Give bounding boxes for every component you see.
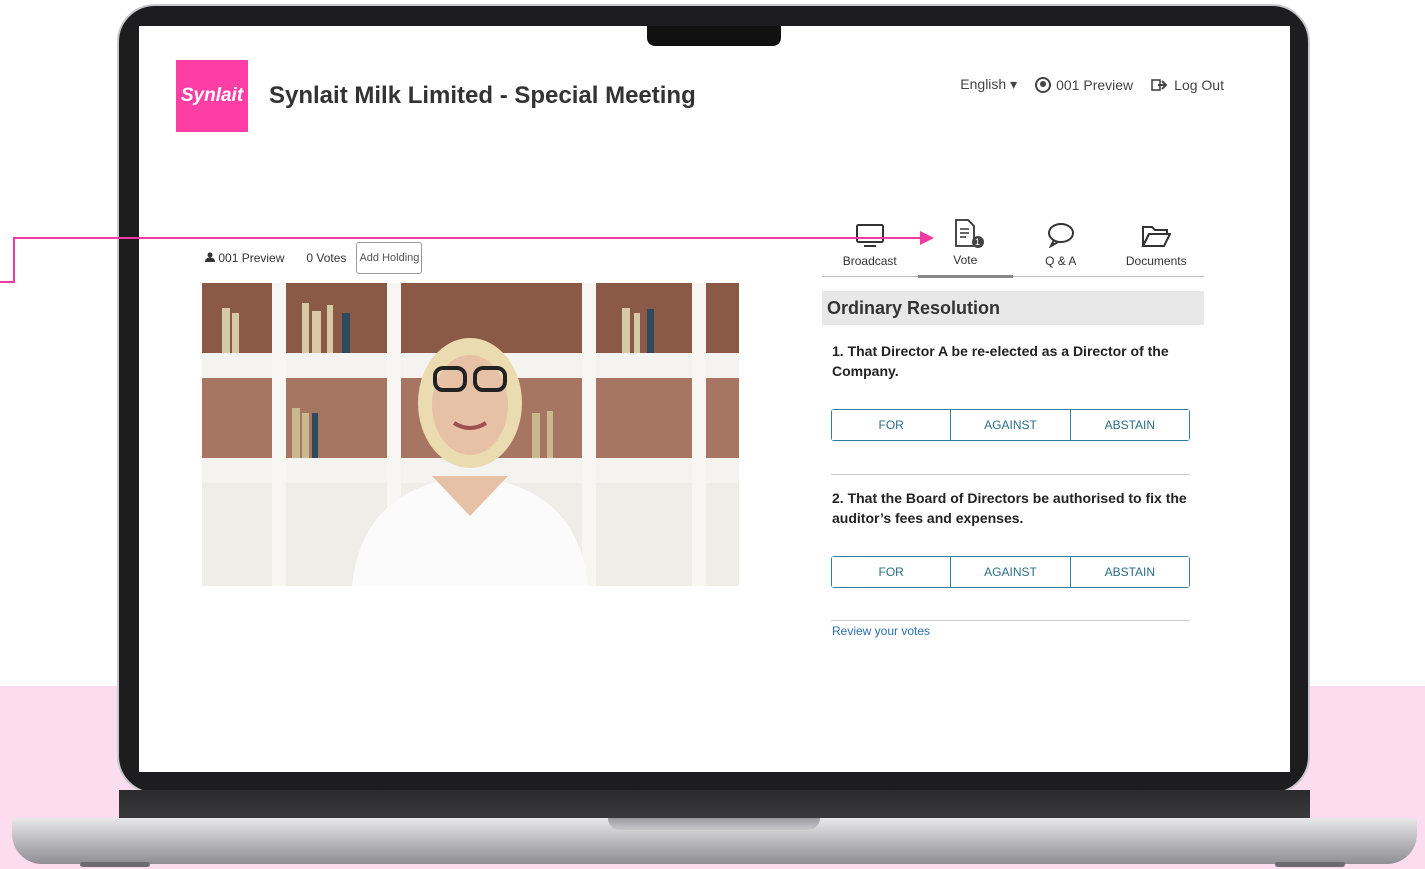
callout-line (0, 281, 15, 283)
add-holding-button[interactable]: Add Holding (356, 242, 423, 274)
synlait-logo[interactable]: Synlait (176, 60, 248, 132)
tab-broadcast[interactable]: Broadcast (822, 216, 918, 276)
user-circle-icon (1035, 76, 1052, 93)
app-screen: Synlait Synlait Milk Limited - Special M… (139, 26, 1290, 772)
top-nav: English ▾ 001 Preview Log Out (960, 76, 1224, 93)
laptop-lid-notch (608, 818, 820, 830)
user-name: 001 Preview (1056, 76, 1134, 93)
tab-label: Broadcast (842, 254, 897, 268)
logout-label: Log Out (1174, 76, 1224, 93)
holder-name: 001 Preview (205, 251, 284, 265)
vote-count-badge: 1 (971, 236, 984, 248)
video-frame-image (202, 283, 739, 586)
holder-label: 001 Preview (218, 251, 285, 265)
user-menu[interactable]: 001 Preview (1035, 76, 1134, 93)
folder-icon (1141, 226, 1172, 247)
vote-for-button[interactable]: FOR (832, 557, 952, 587)
resolution-text: 2. That the Board of Directors be author… (832, 490, 1187, 526)
vote-options: FOR AGAINST ABSTAIN (831, 556, 1190, 588)
divider (831, 620, 1190, 621)
broadcast-video[interactable] (202, 283, 739, 586)
callout-line (13, 237, 15, 283)
callout-line (13, 237, 926, 239)
tab-label: Q & A (1045, 254, 1077, 268)
page-title: Synlait Milk Limited - Special Meeting (269, 82, 696, 109)
tab-label: Vote (953, 253, 978, 267)
holding-bar: 001 Preview 0 Votes Add Holding (205, 242, 423, 274)
tab-label: Documents (1125, 254, 1187, 268)
vote-for-button[interactable]: FOR (832, 410, 952, 440)
logout-icon (1151, 78, 1168, 91)
language-select[interactable]: English ▾ (960, 76, 1017, 93)
chat-bubble-icon (1047, 223, 1074, 248)
vote-against-button[interactable]: AGAINST (951, 410, 1071, 440)
laptop-hinge-area (119, 790, 1310, 820)
vote-against-button[interactable]: AGAINST (951, 557, 1071, 587)
vote-options: FOR AGAINST ABSTAIN (831, 409, 1190, 441)
callout-arrow-icon (920, 231, 934, 245)
tab-vote[interactable]: 1 Vote (917, 216, 1013, 278)
review-votes-link[interactable]: Review your votes (832, 624, 930, 638)
person-icon (205, 252, 215, 262)
language-label: English ▾ (960, 76, 1018, 92)
vote-abstain-button[interactable]: ABSTAIN (1070, 557, 1189, 587)
resolution-text: 1. That Director A be re-elected as a Di… (832, 343, 1169, 379)
vote-abstain-button[interactable]: ABSTAIN (1070, 410, 1189, 440)
laptop-foot (1275, 862, 1345, 867)
side-tabs: Broadcast 1 Vote Q & A Documents (822, 216, 1205, 278)
logout-button[interactable]: Log Out (1151, 77, 1224, 93)
votes-count: 0 Votes (306, 251, 347, 265)
tab-documents[interactable]: Documents (1109, 216, 1205, 276)
laptop-foot (80, 862, 150, 867)
monitor-icon (855, 224, 884, 247)
camera-notch (647, 26, 781, 46)
divider (831, 474, 1190, 475)
tab-qa[interactable]: Q & A (1013, 216, 1109, 276)
resolution-header: Ordinary Resolution (822, 291, 1204, 325)
